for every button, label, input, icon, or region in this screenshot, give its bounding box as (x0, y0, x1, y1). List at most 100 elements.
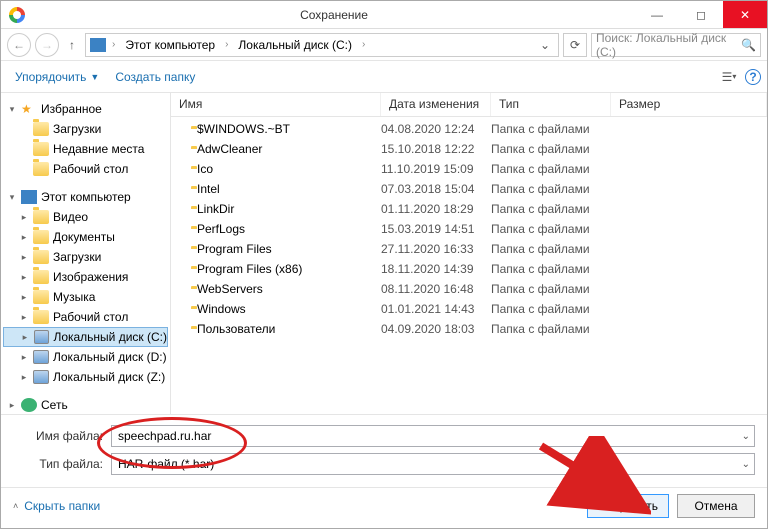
col-type[interactable]: Тип (491, 93, 611, 116)
address-dropdown[interactable]: ⌄ (536, 38, 554, 52)
bottom-panel: Имя файла: speechpad.ru.har⌄ Тип файла: … (1, 414, 767, 487)
cancel-button[interactable]: Отмена (677, 494, 755, 518)
tree-pc-item[interactable]: ▸Изображения (3, 267, 168, 287)
file-row[interactable]: Ico11.10.2019 15:09Папка с файлами (171, 159, 767, 179)
file-type: Папка с файлами (491, 322, 611, 336)
search-input[interactable]: Поиск: Локальный диск (C:) 🔍 (591, 33, 761, 57)
tree-pc-item[interactable]: ▸Рабочий стол (3, 307, 168, 327)
file-date: 07.03.2018 15:04 (381, 182, 491, 196)
close-button[interactable]: ✕ (723, 1, 767, 28)
file-name: Пользователи (197, 322, 275, 336)
col-date[interactable]: Дата изменения (381, 93, 491, 116)
folder-icon (33, 250, 49, 264)
file-name: AdwCleaner (197, 142, 262, 156)
tree-this-pc[interactable]: ▾Этот компьютер (3, 187, 168, 207)
drive-icon (33, 350, 49, 364)
folder-icon (33, 290, 49, 304)
file-date: 04.08.2020 12:24 (381, 122, 491, 136)
file-type: Папка с файлами (491, 282, 611, 296)
tree-pc-item[interactable]: ▸Музыка (3, 287, 168, 307)
minimize-button[interactable]: — (635, 1, 679, 28)
breadcrumb-root[interactable]: Этот компьютер (121, 38, 219, 52)
new-folder-button[interactable]: Создать папку (107, 66, 203, 88)
tree-fav-item[interactable]: Загрузки (3, 119, 168, 139)
file-row[interactable]: AdwCleaner15.10.2018 12:22Папка с файлам… (171, 139, 767, 159)
tree-fav-item[interactable]: Рабочий стол (3, 159, 168, 179)
breadcrumb-location[interactable]: Локальный диск (C:) (234, 38, 356, 52)
file-date: 08.11.2020 16:48 (381, 282, 491, 296)
file-type: Папка с файлами (491, 202, 611, 216)
file-name: PerfLogs (197, 222, 245, 236)
file-name: Intel (197, 182, 220, 196)
file-name: LinkDir (197, 202, 234, 216)
file-date: 04.09.2020 18:03 (381, 322, 491, 336)
drive-icon (33, 370, 49, 384)
nav-tree: ▾★Избранное Загрузки Недавние места Рабо… (1, 93, 171, 414)
star-icon: ★ (21, 102, 37, 116)
view-options-button[interactable]: ☰▾ (719, 67, 739, 87)
tree-drive-c[interactable]: ▸Локальный диск (C:) (3, 327, 168, 347)
filetype-select[interactable]: HAR-файл (*.har)⌄ (111, 453, 755, 475)
tree-pc-item[interactable]: ▸Документы (3, 227, 168, 247)
file-row[interactable]: PerfLogs15.03.2019 14:51Папка с файлами (171, 219, 767, 239)
filename-input[interactable]: speechpad.ru.har⌄ (111, 425, 755, 447)
tree-favorites[interactable]: ▾★Избранное (3, 99, 168, 119)
refresh-button[interactable]: ⟳ (563, 33, 587, 57)
window-buttons: — ◻ ✕ (635, 1, 767, 28)
file-row[interactable]: Пользователи 04.09.2020 18:03Папка с файл… (171, 319, 767, 339)
file-date: 01.11.2020 18:29 (381, 202, 491, 216)
drive-icon (34, 330, 50, 344)
file-list: Имя Дата изменения Тип Размер $WINDOWS.~… (171, 93, 767, 414)
file-row[interactable]: WebServers08.11.2020 16:48Папка с файлам… (171, 279, 767, 299)
file-date: 11.10.2019 15:09 (381, 162, 491, 176)
file-row[interactable]: Intel07.03.2018 15:04Папка с файлами (171, 179, 767, 199)
file-date: 01.01.2021 14:43 (381, 302, 491, 316)
action-bar: ˄Скрыть папки Сохранить Отмена (1, 487, 767, 528)
window-title: Сохранение (33, 8, 635, 22)
maximize-button[interactable]: ◻ (679, 1, 723, 28)
organize-menu[interactable]: Упорядочить▼ (7, 66, 107, 88)
tree-fav-item[interactable]: Недавние места (3, 139, 168, 159)
save-button[interactable]: Сохранить (587, 494, 669, 518)
hide-folders-toggle[interactable]: ˄Скрыть папки (13, 499, 100, 513)
tree-drive-d[interactable]: ▸Локальный диск (D:) (3, 347, 168, 367)
save-dialog: Сохранение — ◻ ✕ ← → ↑ › Этот компьютер … (0, 0, 768, 529)
file-row[interactable]: Program Files (x86)18.11.2020 14:39Папка… (171, 259, 767, 279)
forward-button[interactable]: → (35, 33, 59, 57)
up-button[interactable]: ↑ (63, 38, 81, 52)
tree-pc-item[interactable]: ▸Загрузки (3, 247, 168, 267)
tree-network[interactable]: ▸Сеть (3, 395, 168, 414)
nav-row: ← → ↑ › Этот компьютер › Локальный диск … (1, 29, 767, 61)
col-name[interactable]: Имя (171, 93, 381, 116)
tree-drive-z[interactable]: ▸Локальный диск (Z:) (3, 367, 168, 387)
file-name: $WINDOWS.~BT (197, 122, 290, 136)
help-button[interactable]: ? (745, 69, 761, 85)
file-row[interactable]: LinkDir 01.11.2020 18:29Папка с файлами (171, 199, 767, 219)
filetype-label: Тип файла: (13, 457, 103, 471)
chevron-down-icon: ▼ (90, 72, 99, 82)
chevron-right-icon: › (360, 39, 367, 50)
folder-icon (33, 310, 49, 324)
file-type: Папка с файлами (491, 222, 611, 236)
col-size[interactable]: Размер (611, 93, 767, 116)
folder-icon (33, 210, 49, 224)
file-type: Папка с файлами (491, 302, 611, 316)
back-button[interactable]: ← (7, 33, 31, 57)
file-row[interactable]: Program Files27.11.2020 16:33Папка с фай… (171, 239, 767, 259)
folder-icon (33, 162, 49, 176)
folder-icon (33, 270, 49, 284)
chevron-down-icon[interactable]: ⌄ (742, 459, 750, 470)
file-type: Папка с файлами (491, 142, 611, 156)
tree-pc-item[interactable]: ▸Видео (3, 207, 168, 227)
chrome-icon (9, 7, 25, 23)
chevron-up-icon: ˄ (13, 501, 18, 511)
file-type: Папка с файлами (491, 122, 611, 136)
chevron-right-icon: › (223, 39, 230, 50)
search-icon: 🔍 (741, 38, 756, 52)
chevron-down-icon[interactable]: ⌄ (742, 431, 750, 442)
address-bar[interactable]: › Этот компьютер › Локальный диск (C:) ›… (85, 33, 559, 57)
file-row[interactable]: Windows01.01.2021 14:43Папка с файлами (171, 299, 767, 319)
file-date: 18.11.2020 14:39 (381, 262, 491, 276)
file-date: 27.11.2020 16:33 (381, 242, 491, 256)
file-row[interactable]: $WINDOWS.~BT 04.08.2020 12:24Папка с файл… (171, 119, 767, 139)
